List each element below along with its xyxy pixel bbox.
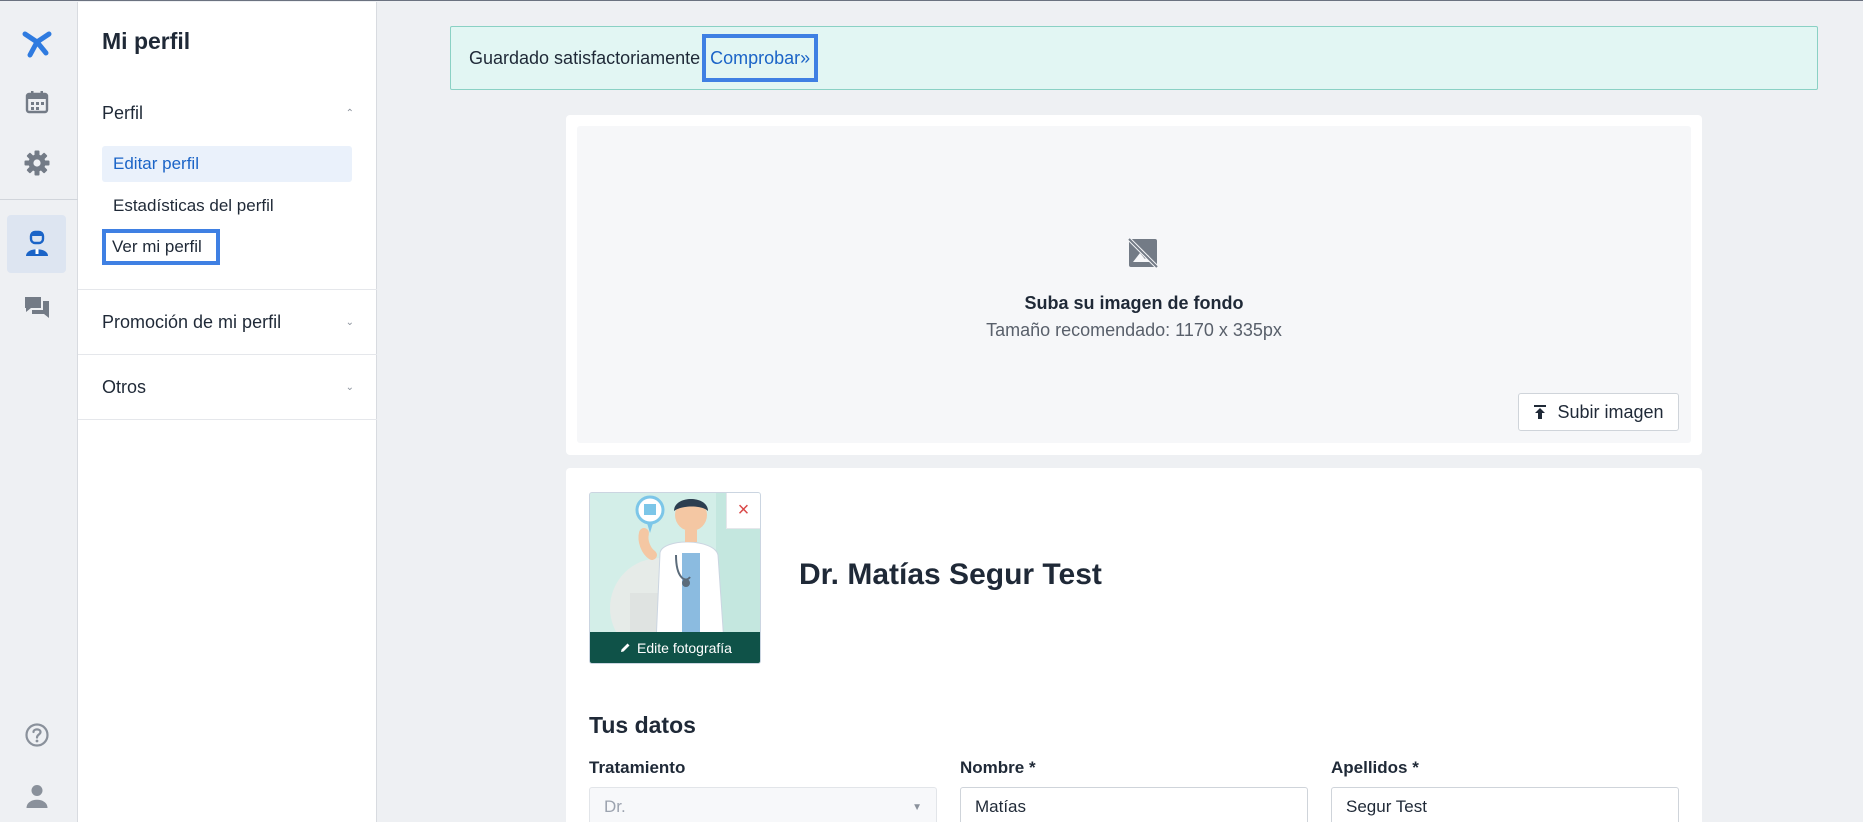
section-otros-label: Otros (102, 376, 147, 397)
app-rail (0, 2, 78, 822)
field-label-tratamiento: Tratamiento (589, 758, 686, 777)
upload-image-button[interactable]: Subir imagen (1518, 393, 1679, 431)
gear-icon[interactable] (7, 134, 66, 192)
section-perfil-label: Perfil (102, 102, 144, 123)
cover-size-hint: Tamaño recomendado: 1170 x 335px (986, 320, 1282, 340)
section-divider (78, 354, 377, 355)
cover-dropzone[interactable]: Suba su imagen de fondo Tamaño recomenda… (577, 126, 1691, 443)
subnav-item-label: Ver mi perfil (112, 237, 202, 256)
logo-icon[interactable] (7, 14, 66, 72)
section-divider (78, 419, 377, 420)
upload-image-label: Subir imagen (1557, 401, 1664, 422)
subnav-item-editar-perfil[interactable]: Editar perfil (102, 146, 352, 182)
doctor-name: Dr. Matías Segur Test (799, 558, 1102, 591)
subnav-item-estadisticas[interactable]: Estadísticas del perfil (102, 188, 352, 224)
pencil-icon (621, 643, 630, 652)
chevron-down-icon: ⌄ (345, 316, 354, 328)
chevron-up-icon: ⌃ (345, 107, 354, 119)
calendar-icon[interactable] (7, 73, 66, 131)
section-title-tus-datos: Tus datos (589, 712, 696, 738)
subnav-item-label: Estadísticas del perfil (113, 196, 274, 215)
no-image-icon (1126, 236, 1160, 270)
remove-photo-button[interactable]: × (726, 493, 760, 529)
apellidos-field[interactable]: Segur Test (1331, 787, 1679, 822)
user-icon[interactable] (7, 767, 66, 822)
close-icon: × (737, 499, 750, 521)
apellidos-value: Segur Test (1346, 797, 1427, 816)
chevron-down-icon: ⌄ (345, 381, 354, 393)
edit-photo-label: Edite fotografía (637, 639, 732, 656)
doctor-profile-icon[interactable] (7, 215, 66, 273)
help-icon[interactable] (7, 706, 66, 764)
cover-card: Suba su imagen de fondo Tamaño recomenda… (566, 115, 1702, 455)
nombre-value: Matías (975, 797, 1027, 816)
field-label-nombre: Nombre * (960, 758, 1036, 777)
section-divider (78, 289, 377, 290)
caret-down-icon: ▼ (912, 801, 922, 813)
upload-icon (1534, 405, 1547, 419)
section-perfil-toggle[interactable]: Perfil ⌃ (102, 101, 354, 125)
section-promocion-toggle[interactable]: Promoción de mi perfil ⌄ (102, 310, 354, 334)
subnav-title: Mi perfil (102, 28, 191, 54)
section-promocion-label: Promoción de mi perfil (102, 311, 282, 332)
chat-icon[interactable] (7, 278, 66, 336)
subnav-item-ver-mi-perfil[interactable]: Ver mi perfil (102, 229, 220, 265)
profile-subnav: Mi perfil Perfil ⌃ Editar perfil Estadís… (78, 2, 377, 822)
profile-photo[interactable]: × Edite fotografía (589, 492, 761, 664)
field-label-apellidos: Apellidos * (1331, 758, 1419, 777)
check-link[interactable]: Comprobar» (702, 34, 819, 82)
profile-card: × Edite fotografía Dr. Matías Segur Test… (566, 468, 1702, 822)
subnav-item-label: Editar perfil (113, 154, 199, 173)
success-message: Guardado satisfactoriamente (469, 47, 701, 68)
cover-title: Suba su imagen de fondo (1024, 293, 1244, 313)
nombre-field[interactable]: Matías (960, 787, 1308, 822)
section-otros-toggle[interactable]: Otros ⌄ (102, 375, 354, 399)
rail-divider (0, 199, 78, 200)
success-banner: Guardado satisfactoriamente Comprobar» (450, 26, 1818, 90)
tratamiento-value: Dr. (604, 797, 626, 816)
edit-photo-button[interactable]: Edite fotografía (590, 632, 760, 663)
tratamiento-select: Dr. ▼ (589, 787, 937, 822)
